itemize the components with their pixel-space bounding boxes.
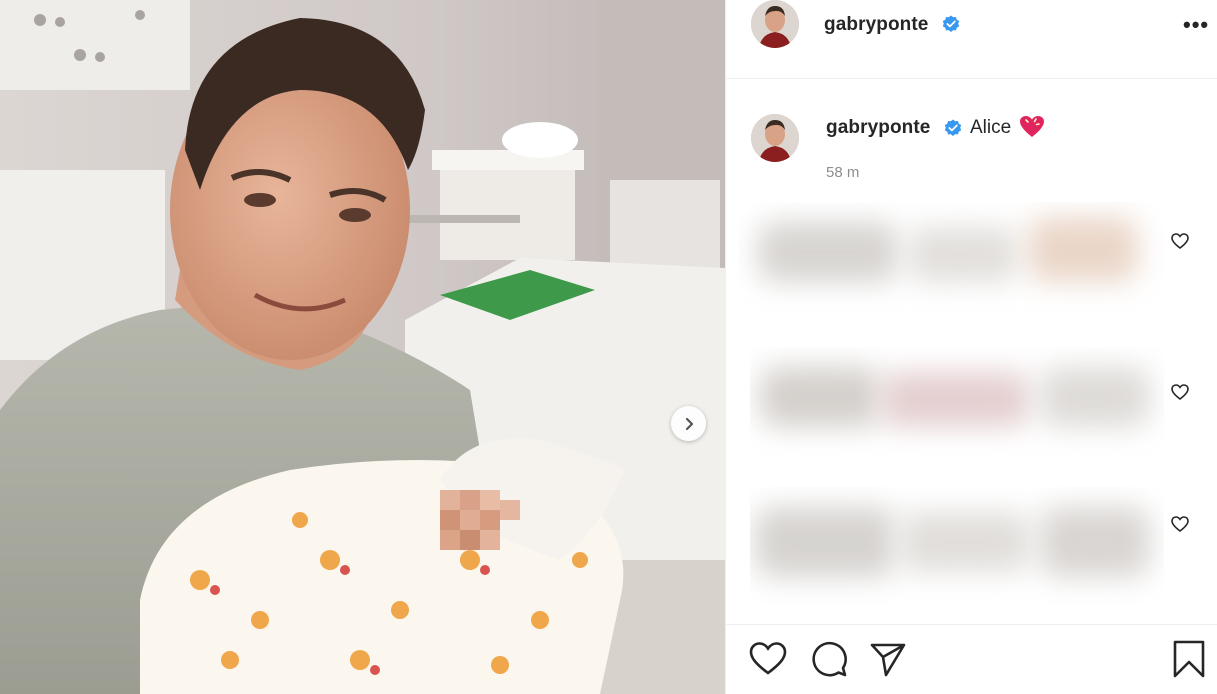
verified-badge-icon: [942, 15, 960, 32]
post-photo: [0, 0, 725, 694]
blur-patch: [1040, 507, 1150, 577]
instagram-post: gabryponte ••• gabryponte Alice 58 m: [0, 0, 1217, 694]
next-image-button[interactable]: [671, 406, 706, 441]
chevron-right-icon: [685, 417, 693, 430]
comment-like-heart-outline-icon[interactable]: [1170, 382, 1190, 402]
avatar[interactable]: [751, 0, 799, 48]
blur-patch: [908, 227, 1018, 282]
blur-patch: [1028, 217, 1138, 282]
verified-badge-icon: [944, 119, 962, 136]
blur-patch: [760, 367, 880, 427]
caption-avatar[interactable]: [751, 114, 799, 162]
comment-like-heart-outline-icon[interactable]: [1170, 231, 1190, 251]
bookmark-icon[interactable]: [1169, 639, 1209, 679]
more-options-button[interactable]: •••: [1183, 12, 1209, 38]
caption-username[interactable]: gabryponte: [826, 117, 930, 139]
blur-patch: [755, 507, 895, 577]
comment-icon[interactable]: [809, 639, 849, 679]
sparkling-heart-emoji-icon: [1020, 116, 1044, 137]
post-timestamp: 58 m: [826, 164, 860, 181]
comment-blurred: [750, 487, 1164, 605]
caption-text: Alice: [970, 117, 1012, 138]
avatar-image: [751, 0, 799, 48]
post-media[interactable]: [0, 0, 725, 694]
username[interactable]: gabryponte: [824, 14, 928, 36]
blur-patch: [900, 512, 1030, 572]
heart-outline-icon[interactable]: [748, 639, 788, 679]
post-header: gabryponte •••: [726, 0, 1217, 79]
blur-patch: [880, 372, 1030, 427]
post-action-bar: [726, 624, 1217, 694]
blur-patch: [758, 222, 898, 282]
post-side-panel: gabryponte ••• gabryponte Alice 58 m: [725, 0, 1217, 694]
comment-blurred: [750, 347, 1164, 457]
avatar-image: [751, 114, 799, 162]
share-icon[interactable]: [868, 639, 908, 679]
comment-blurred: [738, 202, 1164, 314]
blur-patch: [1040, 367, 1150, 427]
comment-like-heart-outline-icon[interactable]: [1170, 514, 1190, 534]
